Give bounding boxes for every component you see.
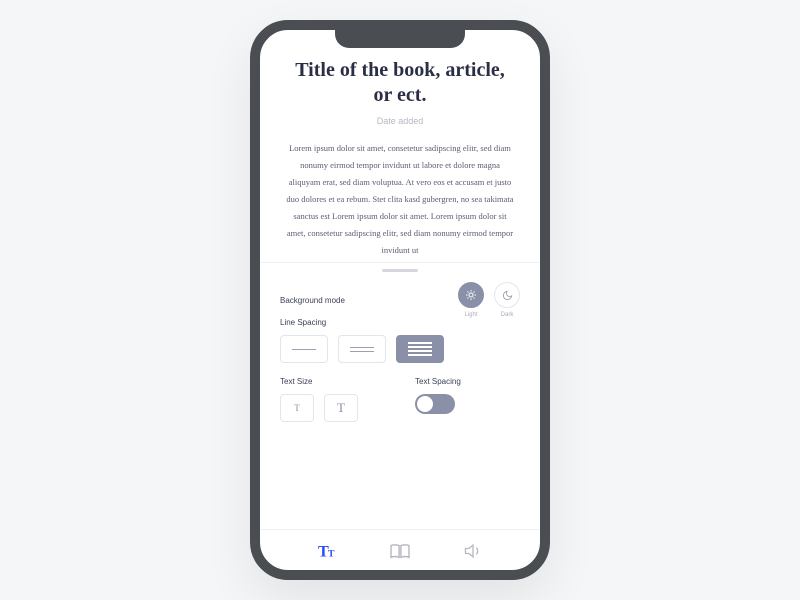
background-mode-label: Background mode xyxy=(280,296,458,305)
line-spacing-wide[interactable] xyxy=(280,335,328,363)
background-mode-light[interactable]: Light xyxy=(458,282,484,318)
dark-label: Dark xyxy=(501,312,514,318)
phone-notch xyxy=(335,28,465,48)
speaker-icon xyxy=(463,542,483,560)
book-icon xyxy=(389,542,411,560)
line-single-icon xyxy=(292,349,316,350)
toggle-thumb xyxy=(417,396,433,412)
text-size-section: Text Size T T xyxy=(280,377,385,422)
screen: Title of the book, article, or ect. Date… xyxy=(260,30,540,570)
moon-icon xyxy=(494,282,520,308)
line-spacing-dense[interactable] xyxy=(396,335,444,363)
text-spacing-toggle[interactable] xyxy=(415,394,455,414)
line-double-icon xyxy=(350,347,374,352)
settings-panel: Background mode Light xyxy=(260,262,540,529)
text-size-label: Text Size xyxy=(280,377,385,386)
background-mode-dark[interactable]: Dark xyxy=(494,282,520,318)
line-spacing-section: Line Spacing xyxy=(280,318,520,363)
content-date: Date added xyxy=(286,116,514,126)
background-mode-toggle: Light Dark xyxy=(458,282,520,318)
reading-area: Title of the book, article, or ect. Date… xyxy=(260,30,540,262)
text-size-large[interactable]: T xyxy=(324,394,358,422)
line-spacing-medium[interactable] xyxy=(338,335,386,363)
typography-icon: T T xyxy=(316,542,338,560)
drag-handle[interactable] xyxy=(382,269,418,272)
text-spacing-label: Text Spacing xyxy=(415,377,520,386)
text-controls-row: Text Size T T Text Spacing xyxy=(280,377,520,422)
reading-tab[interactable] xyxy=(389,540,411,562)
background-mode-row: Background mode Light xyxy=(280,282,520,318)
text-size-options: T T xyxy=(280,394,385,422)
sun-icon xyxy=(458,282,484,308)
svg-text:T: T xyxy=(328,548,335,559)
text-spacing-section: Text Spacing xyxy=(415,377,520,422)
line-spacing-options xyxy=(280,335,520,363)
lines-stack-icon xyxy=(408,342,432,356)
typography-tab[interactable]: T T xyxy=(316,540,338,562)
audio-tab[interactable] xyxy=(462,540,484,562)
content-title: Title of the book, article, or ect. xyxy=(286,58,514,108)
phone-frame: Title of the book, article, or ect. Date… xyxy=(250,20,550,580)
line-spacing-label: Line Spacing xyxy=(280,318,520,327)
text-size-small[interactable]: T xyxy=(280,394,314,422)
bottom-bar: T T xyxy=(260,529,540,570)
light-label: Light xyxy=(464,312,477,318)
content-body: Lorem ipsum dolor sit amet, consetetur s… xyxy=(286,140,514,262)
